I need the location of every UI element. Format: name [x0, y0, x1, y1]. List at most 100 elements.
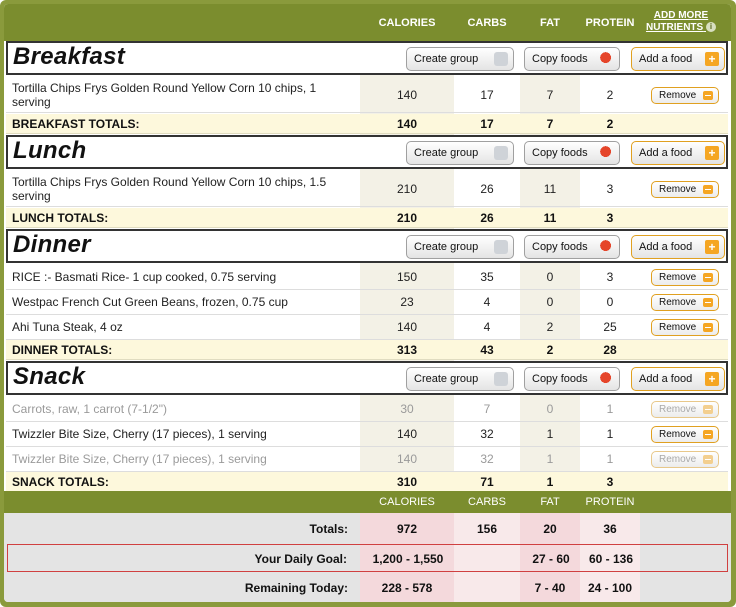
totals-carbs: 71 — [480, 475, 494, 489]
add-food-label: Add a food — [639, 53, 693, 65]
add-food-button[interactable]: Add a food + — [631, 47, 725, 71]
remove-button[interactable]: Remove — [651, 426, 719, 443]
summary-totals-carbs: 156 — [476, 522, 498, 536]
group-icon — [494, 52, 508, 66]
totals-fat: 7 — [546, 117, 554, 131]
meal-title: Breakfast — [13, 43, 126, 70]
remove-button[interactable]: Remove — [651, 269, 719, 286]
food-name[interactable]: Tortilla Chips Frys Golden Round Yellow … — [12, 175, 352, 203]
food-name[interactable]: Ahi Tuna Steak, 4 oz — [12, 320, 123, 334]
copy-icon — [600, 240, 614, 254]
totals-protein: 28 — [603, 343, 617, 357]
food-protein: 3 — [606, 270, 614, 284]
food-protein: 25 — [603, 320, 617, 334]
remove-label: Remove — [659, 322, 697, 333]
food-carbs: 4 — [483, 320, 491, 334]
remove-button[interactable]: Remove — [651, 87, 719, 104]
food-carbs: 4 — [483, 295, 491, 309]
totals-protein: 3 — [606, 211, 614, 225]
daily-goal-label: Your Daily Goal: — [254, 552, 347, 566]
remaining-fat: 7 - 40 — [534, 581, 566, 595]
food-name[interactable]: Twizzler Bite Size, Cherry (17 pieces), … — [12, 427, 267, 441]
food-carbs: 26 — [480, 182, 494, 196]
food-name[interactable]: Tortilla Chips Frys Golden Round Yellow … — [12, 81, 352, 109]
create-group-label: Create group — [414, 147, 479, 159]
daily-goal-fat: 27 - 60 — [532, 552, 570, 566]
remove-label: Remove — [659, 184, 697, 195]
minus-icon — [703, 405, 713, 414]
remove-button[interactable]: Remove — [651, 181, 719, 198]
food-fat: 0 — [546, 270, 554, 284]
totals-fat: 2 — [546, 343, 554, 357]
remaining-label: Remaining Today: — [244, 581, 348, 595]
totals-protein: 3 — [606, 475, 614, 489]
remove-button[interactable]: Remove — [651, 294, 719, 311]
create-group-button[interactable]: Create group — [406, 47, 514, 71]
add-more-line2: NUTRIENTS — [645, 22, 704, 33]
totals-calories: 313 — [396, 343, 418, 357]
snack-totals-row: SNACK TOTALS: 310 71 1 3 — [6, 472, 728, 492]
add-more-nutrients-link[interactable]: ADD MORE NUTRIENTS i — [644, 10, 718, 34]
breakfast-totals-row: BREAKFAST TOTALS: 140 17 7 2 — [6, 114, 728, 134]
header-carbs: CARBS — [467, 17, 507, 29]
copy-foods-button[interactable]: Copy foods — [524, 141, 620, 165]
food-diary-table: CALORIES CARBS FAT PROTEIN ADD MORE NUTR… — [4, 4, 731, 602]
totals-carbs: 17 — [480, 117, 494, 131]
create-group-button[interactable]: Create group — [406, 235, 514, 259]
food-protein: 1 — [606, 427, 614, 441]
info-icon[interactable]: i — [706, 22, 716, 33]
add-food-button[interactable]: Add a food + — [631, 367, 725, 391]
totals-summary-row: Totals: 972 156 20 36 — [4, 515, 731, 543]
remaining-protein: 24 - 100 — [587, 581, 633, 595]
add-food-button[interactable]: Add a food + — [631, 141, 725, 165]
copy-foods-button[interactable]: Copy foods — [524, 367, 620, 391]
summary-totals-calories: 972 — [396, 522, 418, 536]
remove-button[interactable]: Remove — [651, 401, 719, 418]
header-fat: FAT — [540, 17, 560, 29]
column-header-bar: CALORIES CARBS FAT PROTEIN ADD MORE NUTR… — [4, 4, 731, 41]
summary-totals-protein: 36 — [603, 522, 617, 536]
dinner-totals-row: DINNER TOTALS: 313 43 2 28 — [6, 340, 728, 360]
remove-button[interactable]: Remove — [651, 451, 719, 468]
meal-header-lunch: Lunch Create group Copy foods Add a food… — [6, 135, 728, 169]
group-icon — [494, 240, 508, 254]
meal-header-breakfast: Breakfast Create group Copy foods Add a … — [6, 41, 728, 75]
remove-label: Remove — [659, 429, 697, 440]
add-food-button[interactable]: Add a food + — [631, 235, 725, 259]
summary-totals-label: Totals: — [309, 522, 348, 536]
copy-foods-button[interactable]: Copy foods — [524, 47, 620, 71]
create-group-label: Create group — [414, 373, 479, 385]
food-calories: 23 — [400, 295, 414, 309]
create-group-button[interactable]: Create group — [406, 141, 514, 165]
totals-label: DINNER TOTALS: — [12, 343, 113, 357]
food-calories: 140 — [396, 427, 418, 441]
meal-title: Dinner — [13, 231, 91, 258]
food-name[interactable]: Westpac French Cut Green Beans, frozen, … — [12, 295, 288, 309]
remove-button[interactable]: Remove — [651, 319, 719, 336]
remaining-today-row: Remaining Today: 228 - 578 7 - 40 24 - 1… — [4, 574, 731, 602]
totals-fat: 1 — [546, 475, 554, 489]
food-carbs: 32 — [480, 427, 494, 441]
plus-icon: + — [705, 52, 719, 66]
meal-header-snack: Snack Create group Copy foods Add a food… — [6, 361, 728, 395]
food-name[interactable]: RICE :- Basmati Rice- 1 cup cooked, 0.75… — [12, 270, 276, 284]
food-calories: 30 — [400, 402, 414, 416]
copy-foods-button[interactable]: Copy foods — [524, 235, 620, 259]
food-row: Twizzler Bite Size, Cherry (17 pieces), … — [6, 422, 728, 447]
meal-title: Snack — [13, 363, 86, 390]
totals-label: SNACK TOTALS: — [12, 475, 109, 489]
add-food-label: Add a food — [639, 373, 693, 385]
food-name[interactable]: Carrots, raw, 1 carrot (7-1/2") — [12, 402, 167, 416]
food-row: Westpac French Cut Green Beans, frozen, … — [6, 290, 728, 315]
create-group-button[interactable]: Create group — [406, 367, 514, 391]
food-carbs: 32 — [480, 452, 494, 466]
totals-calories: 210 — [396, 211, 418, 225]
remove-label: Remove — [659, 272, 697, 283]
totals-carbs: 43 — [480, 343, 494, 357]
food-row: Tortilla Chips Frys Golden Round Yellow … — [6, 77, 728, 113]
copy-icon — [600, 52, 614, 66]
minus-icon — [703, 430, 713, 439]
food-name[interactable]: Twizzler Bite Size, Cherry (17 pieces), … — [12, 452, 267, 466]
minus-icon — [703, 273, 713, 282]
food-fat: 7 — [546, 88, 554, 102]
